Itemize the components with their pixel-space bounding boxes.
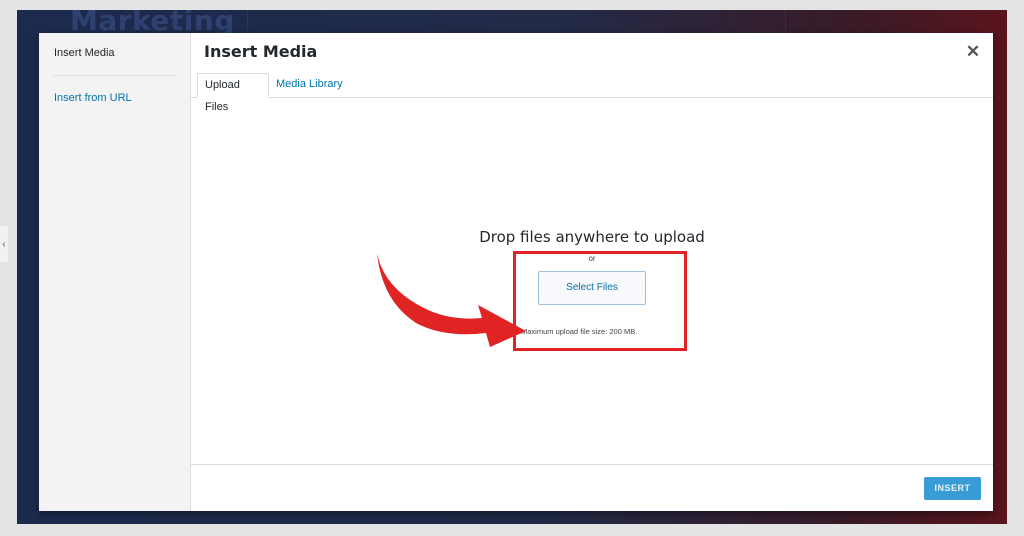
modal-title: Insert Media xyxy=(204,42,318,61)
menu-title: Insert Media xyxy=(54,47,115,59)
annotation-arrow-icon xyxy=(377,253,526,347)
insert-button[interactable]: INSERT xyxy=(924,477,981,500)
tab-upload-files[interactable]: Upload Files xyxy=(197,73,269,113)
close-icon[interactable]: ✕ xyxy=(963,42,983,62)
background-divider xyxy=(785,10,786,32)
menu-item-insert-from-url[interactable]: Insert from URL xyxy=(54,92,132,104)
collapse-handle[interactable]: ‹ xyxy=(0,226,8,262)
highlight-box xyxy=(513,251,687,351)
modal-toolbar xyxy=(191,464,993,511)
tab-media-library[interactable]: Media Library xyxy=(269,73,350,98)
media-menu: Insert Media Insert from URL xyxy=(39,33,191,511)
background-divider xyxy=(247,10,248,32)
chevron-left-icon: ‹ xyxy=(2,238,6,250)
insert-media-modal: Insert Media Insert from URL Insert Medi… xyxy=(39,33,993,511)
menu-separator xyxy=(54,75,175,76)
